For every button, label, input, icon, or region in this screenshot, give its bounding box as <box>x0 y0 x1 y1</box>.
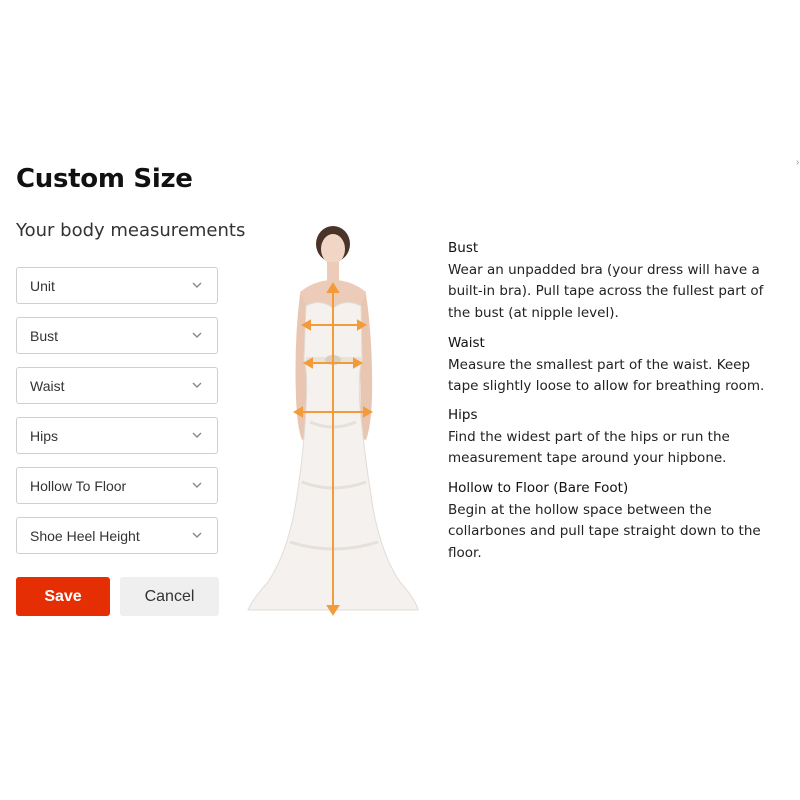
hips-guide-text: Find the widest part of the hips or run … <box>448 428 730 467</box>
waist-guide-heading: Waist <box>448 335 485 351</box>
chevron-down-icon <box>192 532 202 538</box>
hips-select[interactable]: Hips <box>16 417 218 454</box>
waist-guide-text: Measure the smallest part of the waist. … <box>448 356 765 395</box>
unit-select[interactable]: Unit <box>16 267 218 304</box>
hollow-to-floor-select[interactable]: Hollow To Floor <box>16 467 218 504</box>
save-button[interactable]: Save <box>16 577 110 616</box>
chevron-down-icon <box>192 482 202 488</box>
page-title: Custom Size <box>16 164 193 194</box>
chevron-down-icon <box>192 432 202 438</box>
chevron-down-icon <box>192 332 202 338</box>
hips-select-label: Hips <box>30 428 59 444</box>
bride-model-image <box>247 226 419 616</box>
hollow-to-floor-guide-heading: Hollow to Floor (Bare Foot) <box>448 480 629 496</box>
hollow-to-floor-select-label: Hollow To Floor <box>30 478 127 494</box>
bust-guide-text: Wear an unpadded bra (your dress will ha… <box>448 261 764 321</box>
bust-select[interactable]: Bust <box>16 317 218 354</box>
bust-guide-heading: Bust <box>448 240 479 256</box>
bust-select-label: Bust <box>30 328 59 344</box>
cancel-button[interactable]: Cancel <box>120 577 219 616</box>
bust-guide: Bust Wear an unpadded bra (your dress wi… <box>448 238 768 324</box>
hips-guide: Hips Find the widest part of the hips or… <box>448 405 768 470</box>
waist-select-label: Waist <box>30 378 65 394</box>
unit-select-label: Unit <box>30 278 55 294</box>
shoe-heel-height-select[interactable]: Shoe Heel Height <box>16 517 218 554</box>
waist-select[interactable]: Waist <box>16 367 218 404</box>
shoe-heel-height-select-label: Shoe Heel Height <box>30 528 140 544</box>
chevron-down-icon <box>192 282 202 288</box>
hips-guide-heading: Hips <box>448 407 478 423</box>
hollow-to-floor-guide: Hollow to Floor (Bare Foot) Begin at the… <box>448 478 768 564</box>
hollow-to-floor-guide-text: Begin at the hollow space between the co… <box>448 501 761 561</box>
waist-guide: Waist Measure the smallest part of the w… <box>448 333 768 398</box>
chevron-down-icon <box>192 382 202 388</box>
page-subtitle: Your body measurements <box>16 220 246 241</box>
edge-mark: › <box>796 157 800 168</box>
